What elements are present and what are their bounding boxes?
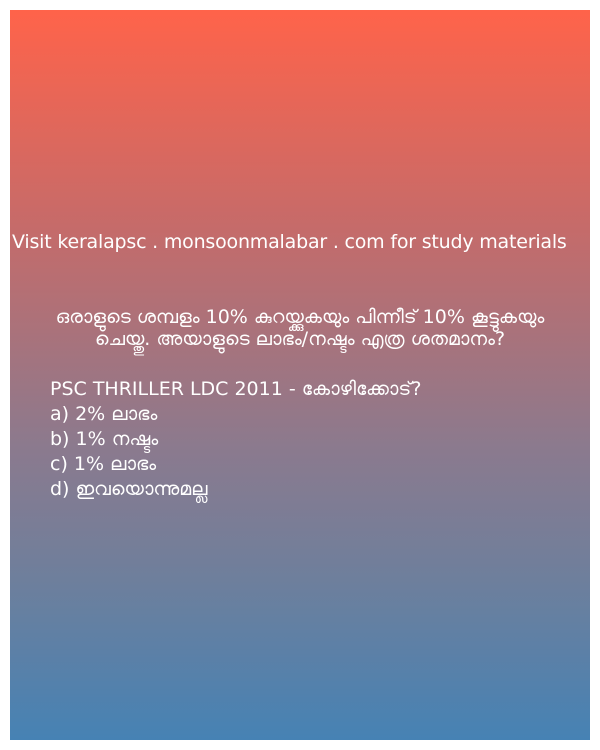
option-d: d) ഇവയൊന്നുമല്ല xyxy=(50,478,208,500)
option-a: a) 2% ലാഭം xyxy=(50,403,158,425)
question-card: Visit keralapsc . monsoonmalabar . com f… xyxy=(10,10,590,740)
option-c: c) 1% ലാഭം xyxy=(50,453,157,475)
answer-options: a) 2% ലാഭം b) 1% നഷ്ടം c) 1% ലാഭം d) ഇവയ… xyxy=(50,402,208,502)
option-b: b) 1% നഷ്ടം xyxy=(50,428,159,450)
question-source: PSC THRILLER LDC 2011 - കോഴിക്കോട്? xyxy=(50,378,422,400)
question-line-2: ചെയ്തു. അയാളുടെ ലാഭം/നഷ്ടം എത്ര ശതമാനം? xyxy=(94,328,506,350)
question-text: ഒരാളുടെ ശമ്പളം 10% കുറയ്ക്കുകയും പിന്നീട… xyxy=(10,306,590,350)
question-line-1: ഒരാളുടെ ശമ്പളം 10% കുറയ്ക്കുകയും പിന്നീട… xyxy=(55,306,545,328)
site-promo-text: Visit keralapsc . monsoonmalabar . com f… xyxy=(12,231,567,253)
